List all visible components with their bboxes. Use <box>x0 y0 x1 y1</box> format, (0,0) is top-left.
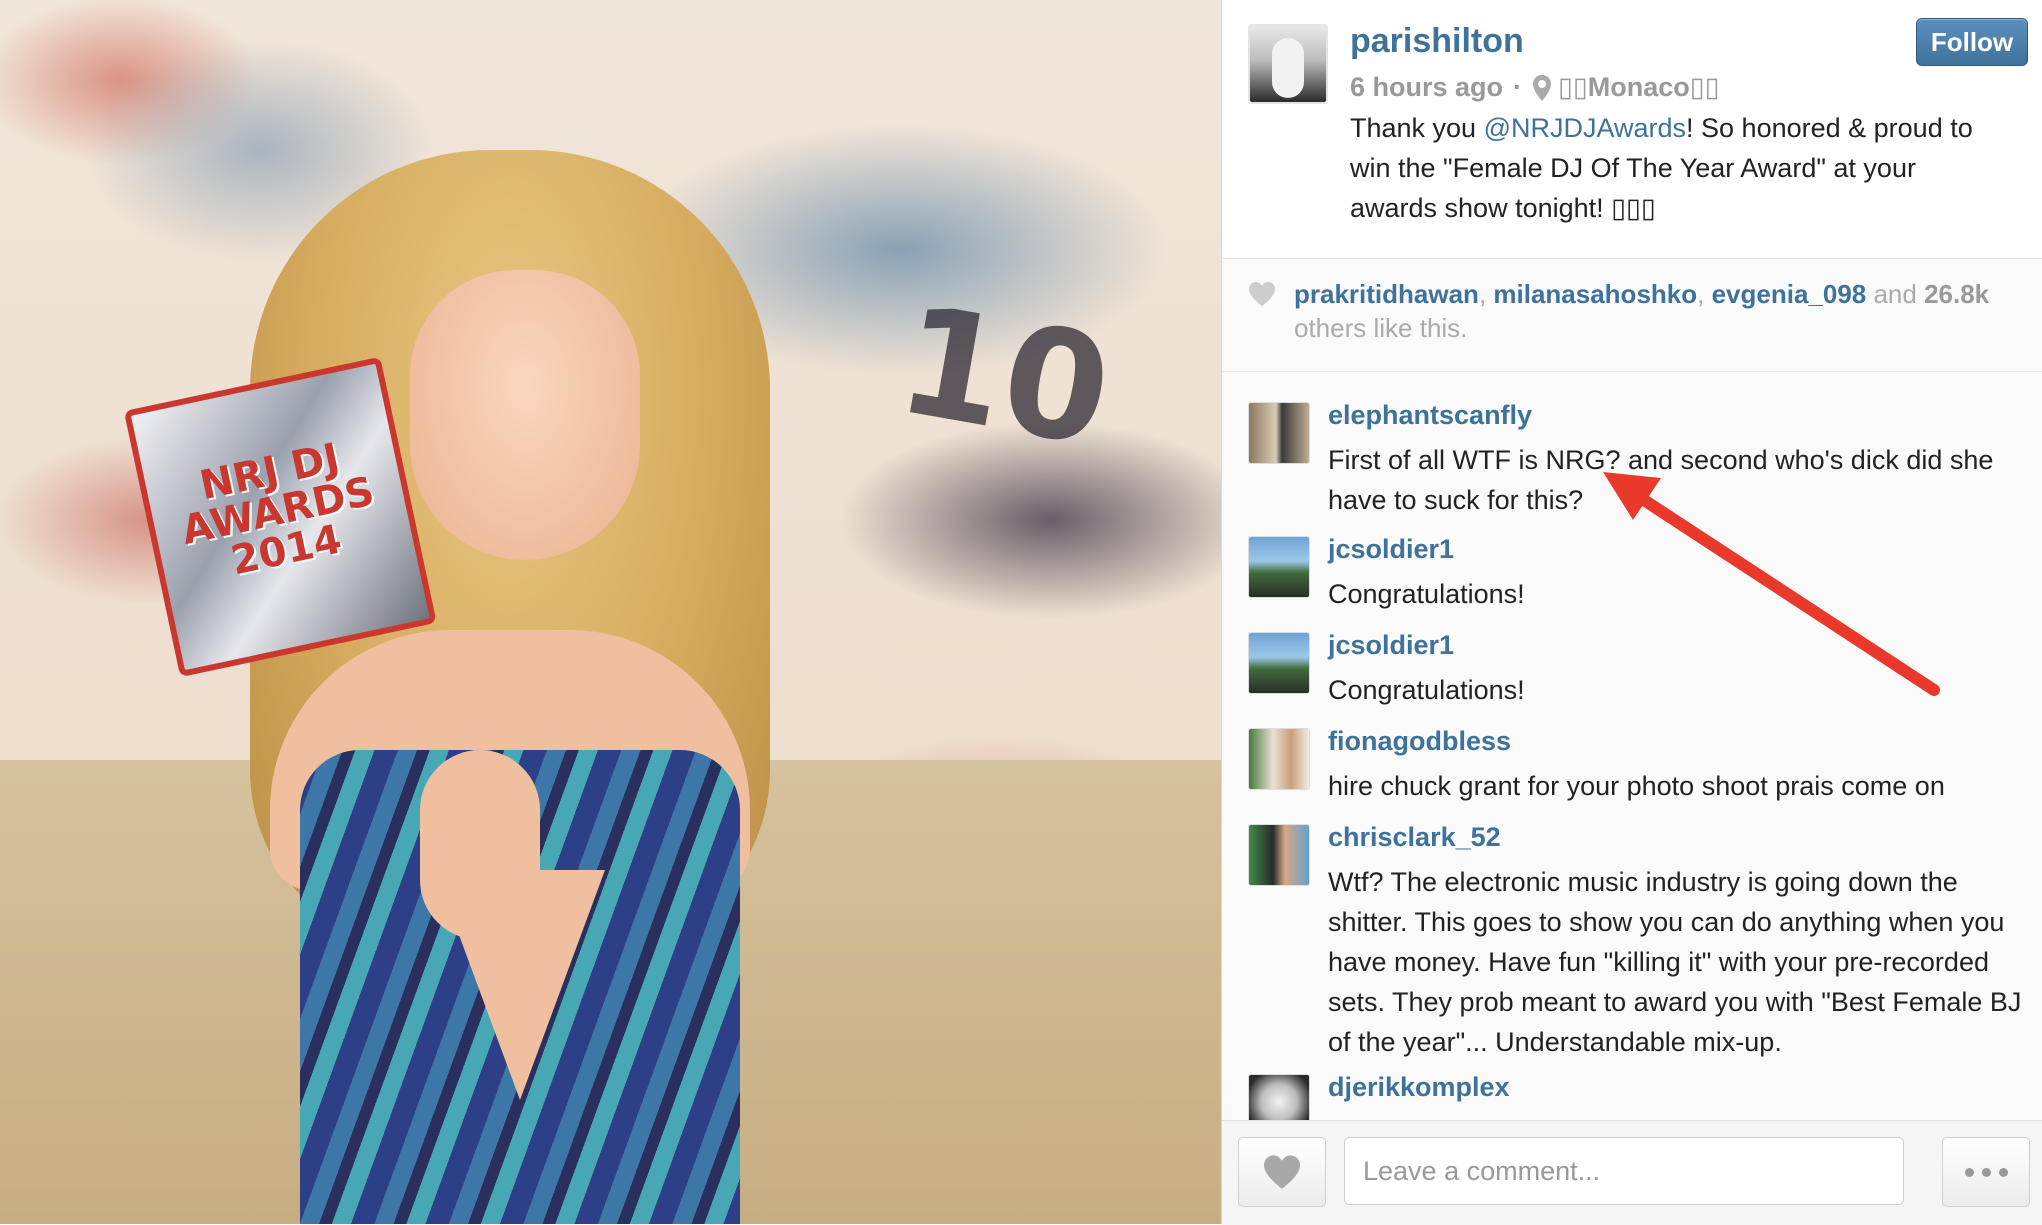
comment-username[interactable]: chrisclark_52 <box>1328 822 1501 853</box>
likes-sep: , <box>1478 279 1494 309</box>
commenter-avatar[interactable] <box>1248 402 1310 464</box>
comment-text: Congratulations! <box>1328 579 1525 609</box>
comment-text: Congratulations! <box>1328 675 1525 705</box>
comment-username[interactable]: djerikkomplex <box>1328 1072 1510 1103</box>
commenter-avatar[interactable] <box>1248 1074 1310 1120</box>
comment-text: Smh <box>1328 1112 2028 1120</box>
avatar-figure <box>1272 38 1304 98</box>
ellipsis-icon <box>1981 1167 1991 1177</box>
ellipsis-icon <box>1964 1167 1974 1177</box>
caption-text: Thank you <box>1350 113 1484 143</box>
post-location[interactable]: ▯▯Monaco▯▯ <box>1558 72 1719 103</box>
ellipsis-icon <box>1998 1167 2008 1177</box>
comment-username[interactable]: jcsoldier1 <box>1328 630 1454 661</box>
likes-section: prakritidhawan, milanasahoshko, evgenia_… <box>1222 259 2042 372</box>
commenter-avatar[interactable] <box>1248 728 1310 790</box>
comment-text: hire chuck grant for your photo shoot pr… <box>1328 771 1945 801</box>
like-button[interactable] <box>1238 1137 1326 1207</box>
comment-item: elephantscanfly First of all WTF is NRG?… <box>1248 386 2028 516</box>
comment-text: Wtf? The electronic music industry is go… <box>1328 867 2022 1057</box>
commenter-avatar[interactable] <box>1248 632 1310 694</box>
comment-username[interactable]: fionagodbless <box>1328 726 1511 757</box>
post-time[interactable]: 6 hours ago <box>1350 72 1503 103</box>
map-pin-icon <box>1533 74 1552 101</box>
likes-text: prakritidhawan, milanasahoshko, evgenia_… <box>1294 277 2014 345</box>
comment-item: fionagodbless hire chuck grant for your … <box>1248 712 2028 808</box>
likes-and: and <box>1866 279 1925 309</box>
likes-count[interactable]: 26.8k <box>1924 279 1989 309</box>
post-meta: 6 hours ago · ▯▯Monaco▯▯ <box>1350 72 1719 103</box>
comment-input[interactable] <box>1344 1137 1904 1205</box>
liker-username[interactable]: evgenia_098 <box>1712 279 1867 309</box>
comment-item: chrisclark_52 Wtf? The electronic music … <box>1248 808 2028 1058</box>
meta-separator: · <box>1513 72 1523 102</box>
heart-icon <box>1264 1155 1300 1189</box>
post-sidebar: parishilton 6 hours ago · ▯▯Monaco▯▯ Fol… <box>1221 0 2042 1225</box>
comment-username[interactable]: jcsoldier1 <box>1328 534 1454 565</box>
heart-icon <box>1249 282 1275 306</box>
flag-glyph: ▯▯ <box>1558 72 1588 102</box>
liker-username[interactable]: milanasahoshko <box>1493 279 1697 309</box>
hand <box>420 750 540 940</box>
comment-username[interactable]: elephantscanfly <box>1328 400 1532 431</box>
comment-item: djerikkomplex Smh <box>1248 1058 2028 1120</box>
comment-item: jcsoldier1 Congratulations! <box>1248 616 2028 712</box>
post-header: parishilton 6 hours ago · ▯▯Monaco▯▯ Fol… <box>1222 0 2042 259</box>
post-caption: Thank you @NRJDJAwards! So honored & pro… <box>1350 108 2000 228</box>
avatar[interactable] <box>1248 24 1328 104</box>
likes-suffix: others like this. <box>1294 313 1468 343</box>
post-photo[interactable]: 10 NRJ DJ AWARDS 2014 <box>0 0 1221 1224</box>
commenter-avatar[interactable] <box>1248 824 1310 886</box>
more-options-button[interactable] <box>1942 1137 2030 1207</box>
comment-item: jcsoldier1 Congratulations! <box>1248 520 2028 616</box>
car-number: 10 <box>886 273 1123 481</box>
liker-username[interactable]: prakritidhawan <box>1294 279 1479 309</box>
commenter-avatar[interactable] <box>1248 536 1310 598</box>
caption-mention[interactable]: @NRJDJAwards <box>1484 113 1686 143</box>
likes-sep: , <box>1697 279 1712 309</box>
comments-list[interactable]: elephantscanfly First of all WTF is NRG?… <box>1222 372 2042 1120</box>
comment-text: First of all WTF is NRG? and second who'… <box>1328 445 1994 515</box>
flag-glyph: ▯▯ <box>1689 72 1720 102</box>
follow-button[interactable]: Follow <box>1916 18 2028 66</box>
location-name: Monaco <box>1587 72 1690 102</box>
comment-bar <box>1222 1120 2042 1225</box>
post-username[interactable]: parishilton <box>1350 22 1524 61</box>
